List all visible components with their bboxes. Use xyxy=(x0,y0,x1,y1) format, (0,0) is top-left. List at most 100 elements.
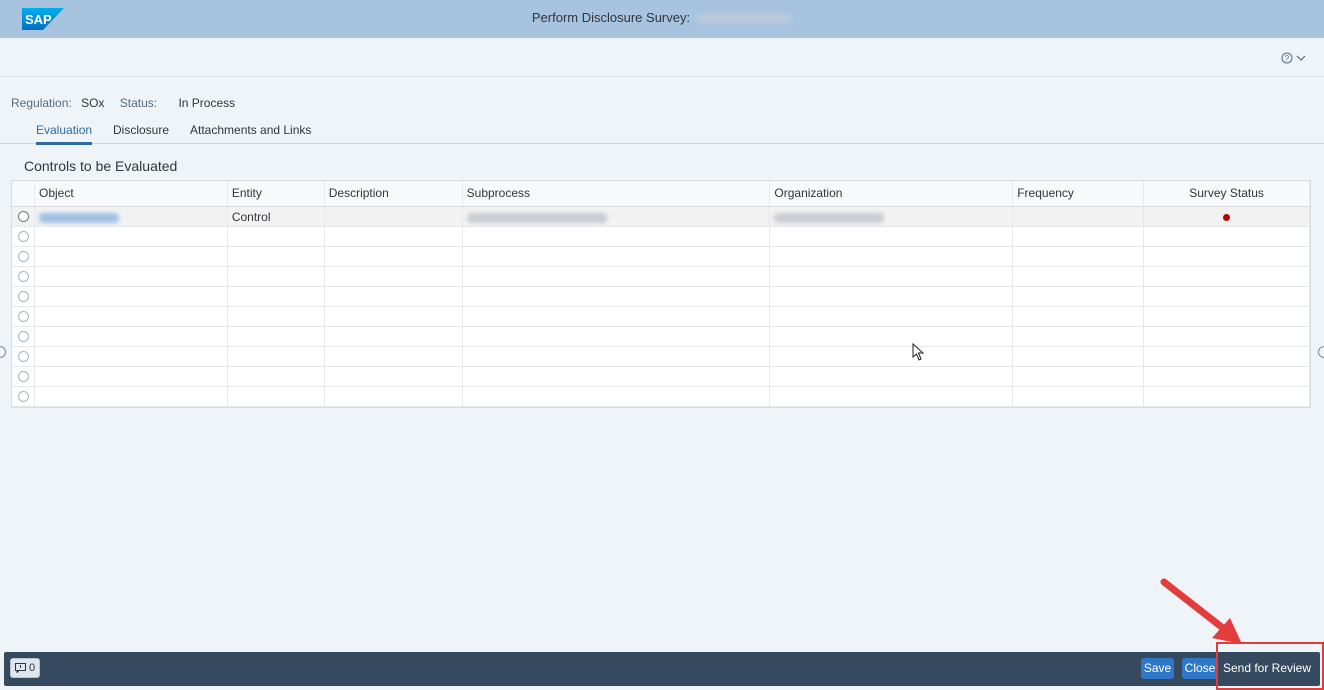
footer-toolbar: 0 Save Close Send for Review xyxy=(4,652,1320,686)
chevron-down-icon xyxy=(1296,55,1306,61)
table-cell xyxy=(770,287,1014,306)
row-select-cell[interactable] xyxy=(12,207,35,226)
row-select-cell[interactable] xyxy=(12,307,35,326)
table-cell xyxy=(325,287,463,306)
select-column-header xyxy=(12,181,35,206)
row-select-cell[interactable] xyxy=(12,347,35,366)
table-row-empty[interactable] xyxy=(12,327,1310,347)
table-cell xyxy=(35,347,228,366)
table-cell xyxy=(770,267,1014,286)
table-header: Object Entity Description Subprocess Org… xyxy=(12,181,1310,207)
row-select-cell[interactable] xyxy=(12,227,35,246)
sub-header: ? xyxy=(0,38,1324,77)
column-header-object[interactable]: Object xyxy=(35,181,228,206)
table-cell xyxy=(770,307,1014,326)
save-button[interactable]: Save xyxy=(1141,658,1174,679)
table-cell xyxy=(1013,247,1145,266)
column-header-organization[interactable]: Organization xyxy=(770,181,1014,206)
column-header-entity[interactable]: Entity xyxy=(228,181,325,206)
table-cell xyxy=(1144,327,1310,346)
section-title: Controls to be Evaluated xyxy=(24,158,178,174)
row-radio-button[interactable] xyxy=(18,211,29,222)
row-select-cell[interactable] xyxy=(12,267,35,286)
table-cell xyxy=(1144,347,1310,366)
table-cell xyxy=(770,367,1014,386)
help-menu-button[interactable]: ? xyxy=(1281,50,1306,64)
tab-bar: Evaluation Disclosure Attachments and Li… xyxy=(0,118,1324,145)
regulation-label: Regulation: xyxy=(11,96,72,110)
row-radio-button[interactable] xyxy=(18,271,29,282)
tab-attachments-and-links[interactable]: Attachments and Links xyxy=(190,123,311,137)
table-cell xyxy=(228,387,325,406)
mouse-cursor-icon xyxy=(912,343,925,361)
table-cell xyxy=(770,347,1014,366)
table-row-empty[interactable] xyxy=(12,267,1310,287)
table-cell xyxy=(1013,227,1145,246)
status-value: In Process xyxy=(178,96,236,110)
object-cell[interactable] xyxy=(35,207,228,226)
table-cell xyxy=(228,327,325,346)
row-radio-button[interactable] xyxy=(18,391,29,402)
table-row-empty[interactable] xyxy=(12,347,1310,367)
organization-redacted xyxy=(774,212,885,223)
header-info: Regulation: SOx Status: In Process xyxy=(11,96,247,110)
row-radio-button[interactable] xyxy=(18,291,29,302)
row-select-cell[interactable] xyxy=(12,327,35,346)
table-cell xyxy=(1144,307,1310,326)
table-cell xyxy=(1013,327,1145,346)
column-header-subprocess[interactable]: Subprocess xyxy=(463,181,771,206)
close-button[interactable]: Close xyxy=(1182,658,1218,679)
table-cell xyxy=(1013,347,1145,366)
table-cell xyxy=(463,367,771,386)
row-select-cell[interactable] xyxy=(12,367,35,386)
table-row-empty[interactable] xyxy=(12,307,1310,327)
table-row-empty[interactable] xyxy=(12,367,1310,387)
description-cell xyxy=(325,207,463,226)
table-row-empty[interactable] xyxy=(12,387,1310,407)
row-radio-button[interactable] xyxy=(18,331,29,342)
table-cell xyxy=(325,387,463,406)
table-row[interactable]: Control xyxy=(12,207,1310,227)
row-radio-button[interactable] xyxy=(18,311,29,322)
messages-button[interactable]: 0 xyxy=(10,658,40,678)
table-cell xyxy=(463,287,771,306)
row-select-cell[interactable] xyxy=(12,387,35,406)
table-cell xyxy=(770,247,1014,266)
table-cell xyxy=(1144,247,1310,266)
table-cell xyxy=(35,247,228,266)
object-link-redacted[interactable] xyxy=(38,212,119,223)
table-cell xyxy=(228,267,325,286)
table-cell xyxy=(1144,367,1310,386)
organization-cell xyxy=(770,207,1014,226)
column-header-survey-status[interactable]: Survey Status xyxy=(1144,181,1310,206)
shell-bar: SAP Perform Disclosure Survey: xyxy=(0,0,1324,38)
table-cell xyxy=(463,247,771,266)
table-row-empty[interactable] xyxy=(12,287,1310,307)
table-cell xyxy=(228,307,325,326)
tab-evaluation[interactable]: Evaluation xyxy=(36,123,93,145)
table-cell xyxy=(463,327,771,346)
row-select-cell[interactable] xyxy=(12,287,35,306)
row-radio-button[interactable] xyxy=(18,371,29,382)
scroll-left-handle[interactable] xyxy=(0,346,6,358)
table-cell xyxy=(463,227,771,246)
column-header-frequency[interactable]: Frequency xyxy=(1013,181,1145,206)
row-select-cell[interactable] xyxy=(12,247,35,266)
row-radio-button[interactable] xyxy=(18,231,29,242)
row-radio-button[interactable] xyxy=(18,251,29,262)
table-cell xyxy=(1013,267,1145,286)
table-cell xyxy=(325,327,463,346)
tab-disclosure[interactable]: Disclosure xyxy=(113,123,169,137)
frequency-cell xyxy=(1013,207,1145,226)
table-cell xyxy=(1144,287,1310,306)
help-icon: ? xyxy=(1281,52,1293,64)
status-label: Status: xyxy=(119,96,158,110)
table-cell xyxy=(770,227,1014,246)
table-cell xyxy=(228,347,325,366)
table-row-empty[interactable] xyxy=(12,227,1310,247)
table-cell xyxy=(325,227,463,246)
column-header-description[interactable]: Description xyxy=(325,181,463,206)
scroll-right-handle[interactable] xyxy=(1318,346,1324,358)
table-row-empty[interactable] xyxy=(12,247,1310,267)
row-radio-button[interactable] xyxy=(18,351,29,362)
